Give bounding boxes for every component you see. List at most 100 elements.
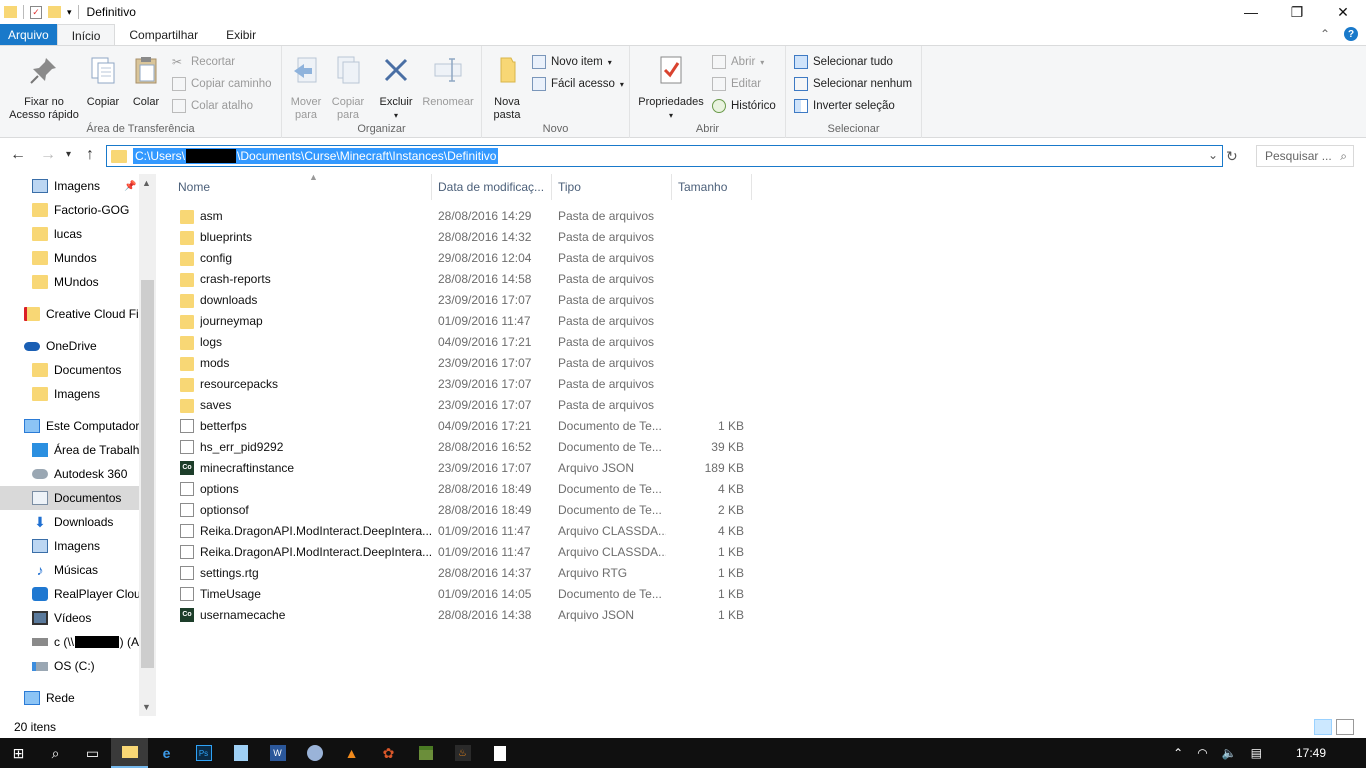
new-folder-icon[interactable] [48,6,61,18]
nav-item-mundos-2[interactable]: MUndos [0,270,139,294]
invert-selection-button[interactable]: Inverter seleção [794,99,895,113]
task-view-icon[interactable]: ▭ [74,738,111,768]
tab-arquivo[interactable]: Arquivo [0,24,57,46]
nav-item-onedrive[interactable]: OneDrive [0,334,139,358]
file-explorer-icon[interactable] [111,738,148,768]
wifi-icon[interactable]: ◠ [1197,746,1207,760]
customize-toolbar-icon[interactable]: ▾ [67,7,72,18]
close-button[interactable]: ✕ [1320,0,1366,24]
address-path[interactable]: C:\Users\ \Documents\Curse\Minecraft\Ins… [133,148,499,164]
nav-item-realplayer-cloud[interactable]: RealPlayer Cloud [0,582,139,606]
word-icon[interactable]: W [259,738,296,768]
copy-button[interactable]: Copiar [84,52,122,109]
properties-button[interactable]: Propriedades ▾ [634,52,708,122]
file-row-reika-dragonapi-2[interactable]: Reika.DragonAPI.ModInteract.DeepIntera..… [170,541,750,562]
file-row-usernamecache[interactable]: Co usernamecache 28/08/2016 14:38 Arquiv… [170,604,750,625]
collapse-ribbon-icon[interactable]: ⌃ [1320,27,1330,41]
recent-locations-icon[interactable]: ▾ [66,149,71,160]
pin-quick-access-button[interactable]: Fixar no Acesso rápido [4,52,84,122]
select-all-button[interactable]: Selecionar tudo [794,55,893,69]
up-arrow-icon[interactable]: ↑ [86,146,94,164]
file-row-mods[interactable]: mods 23/09/2016 17:07 Pasta de arquivos [170,352,750,373]
nav-item-network-drive-c[interactable]: c (\\ ) (A [0,630,139,654]
file-row-minecraftinstance[interactable]: Co minecraftinstance 23/09/2016 17:07 Ar… [170,457,750,478]
file-row-betterfps[interactable]: betterfps 04/09/2016 17:21 Documento de … [170,415,750,436]
select-none-button[interactable]: Selecionar nenhum [794,77,912,91]
easy-access-button[interactable]: Fácil acesso ▾ [532,77,624,91]
nav-item-documentos[interactable]: Documentos [0,486,139,510]
new-item-button[interactable]: Novo item ▾ [532,55,612,69]
column-header-date[interactable]: Data de modificaç... [432,174,552,200]
scroll-down-arrow-icon[interactable]: ▼ [142,702,151,712]
file-row-resourcepacks[interactable]: resourcepacks 23/09/2016 17:07 Pasta de … [170,373,750,394]
column-header-type[interactable]: Tipo [552,174,672,200]
paw-app-icon[interactable]: ✿ [370,738,407,768]
nav-item-onedrive-imagens[interactable]: Imagens [0,382,139,406]
open-button[interactable]: Abrir ▾ [712,55,764,69]
app-circle-icon[interactable] [296,738,333,768]
details-view-icon[interactable] [1314,719,1332,735]
windows-start-icon[interactable]: ⊞ [0,738,37,768]
nav-item-rede[interactable]: Rede [0,686,139,710]
column-header-size[interactable]: Tamanho [672,174,752,200]
nav-item-area-de-trabalho[interactable]: Área de Trabalho [0,438,139,462]
search-input[interactable]: Pesquisar ... ⌕ [1256,145,1354,167]
scroll-up-arrow-icon[interactable]: ▲ [142,178,151,188]
help-icon[interactable]: ? [1344,27,1358,41]
column-header-name[interactable]: Nome ▲ [172,172,432,200]
tab-compartilhar[interactable]: Compartilhar [115,24,212,46]
paste-button[interactable]: Colar [126,52,166,109]
curse-app-icon[interactable]: ♨ [444,738,481,768]
file-row-reika-dragonapi-1[interactable]: Reika.DragonAPI.ModInteract.DeepIntera..… [170,520,750,541]
volume-icon[interactable]: 🔈 [1222,746,1237,760]
minecraft-icon[interactable] [407,738,444,768]
tab-inicio[interactable]: Início [56,24,116,46]
nav-item-os-c[interactable]: OS (C:) [0,654,139,678]
minimize-button[interactable]: — [1228,0,1274,24]
forward-arrow-icon[interactable]: → [40,146,56,164]
file-row-settings-rtg[interactable]: settings.rtg 28/08/2016 14:37 Arquivo RT… [170,562,750,583]
file-row-crash-reports[interactable]: crash-reports 28/08/2016 14:58 Pasta de … [170,268,750,289]
file-row-optionsof[interactable]: optionsof 28/08/2016 18:49 Documento de … [170,499,750,520]
paste-shortcut-button[interactable]: Colar atalho [172,99,253,113]
address-dropdown-icon[interactable]: ⌄ [1208,148,1218,162]
move-to-button[interactable]: Mover para [286,52,326,122]
nav-item-onedrive-documentos[interactable]: Documentos [0,358,139,382]
properties-icon[interactable]: ✓ [30,5,42,19]
edge-browser-icon[interactable]: e [148,738,185,768]
delete-button[interactable]: Excluir ▾ [376,52,416,122]
vlc-icon[interactable]: ▲ [333,738,370,768]
refresh-icon[interactable]: ↻ [1226,148,1238,165]
new-folder-button[interactable]: Nova pasta [488,52,526,122]
file-row-journeymap[interactable]: journeymap 01/09/2016 11:47 Pasta de arq… [170,310,750,331]
file-row-saves[interactable]: saves 23/09/2016 17:07 Pasta de arquivos [170,394,750,415]
address-bar[interactable]: C:\Users\ \Documents\Curse\Minecraft\Ins… [106,145,1223,167]
nav-item-este-computador[interactable]: Este Computador [0,414,139,438]
maximize-button[interactable]: ❐ [1274,0,1320,24]
notifications-icon[interactable]: ▤ [1251,746,1262,760]
file-row-timeusage[interactable]: TimeUsage 01/09/2016 14:05 Documento de … [170,583,750,604]
nav-item-mundos[interactable]: Mundos [0,246,139,270]
clock[interactable]: 17:49 [1296,746,1326,760]
nav-item-creative-cloud[interactable]: Creative Cloud Fil [0,302,139,326]
copy-path-button[interactable]: Copiar caminho [172,77,272,91]
nav-item-lucas[interactable]: lucas [0,222,139,246]
file-row-options[interactable]: options 28/08/2016 18:49 Documento de Te… [170,478,750,499]
cut-button[interactable]: ✂ Recortar [172,55,235,69]
large-icons-view-icon[interactable] [1336,719,1354,735]
scrollbar-thumb[interactable] [141,280,154,668]
chevron-up-icon[interactable]: ⌃ [1173,746,1183,760]
nav-item-imagens[interactable]: Imagens 📌 [0,174,139,198]
search-icon[interactable]: ⌕ [37,738,74,768]
nav-item-downloads[interactable]: ⬇ Downloads [0,510,139,534]
notepad-icon[interactable] [222,738,259,768]
edit-button[interactable]: Editar [712,77,761,91]
file-row-asm[interactable]: asm 28/08/2016 14:29 Pasta de arquivos [170,205,750,226]
file-row-config[interactable]: config 29/08/2016 12:04 Pasta de arquivo… [170,247,750,268]
nav-item-autodesk-360[interactable]: Autodesk 360 [0,462,139,486]
navigation-scrollbar[interactable]: ▲ ▼ [139,174,156,716]
photoshop-icon[interactable]: Ps [185,738,222,768]
rename-button[interactable]: Renomear [418,52,478,109]
file-row-hs-err-pid9292[interactable]: hs_err_pid9292 28/08/2016 16:52 Document… [170,436,750,457]
nav-item-imagens-2[interactable]: Imagens [0,534,139,558]
